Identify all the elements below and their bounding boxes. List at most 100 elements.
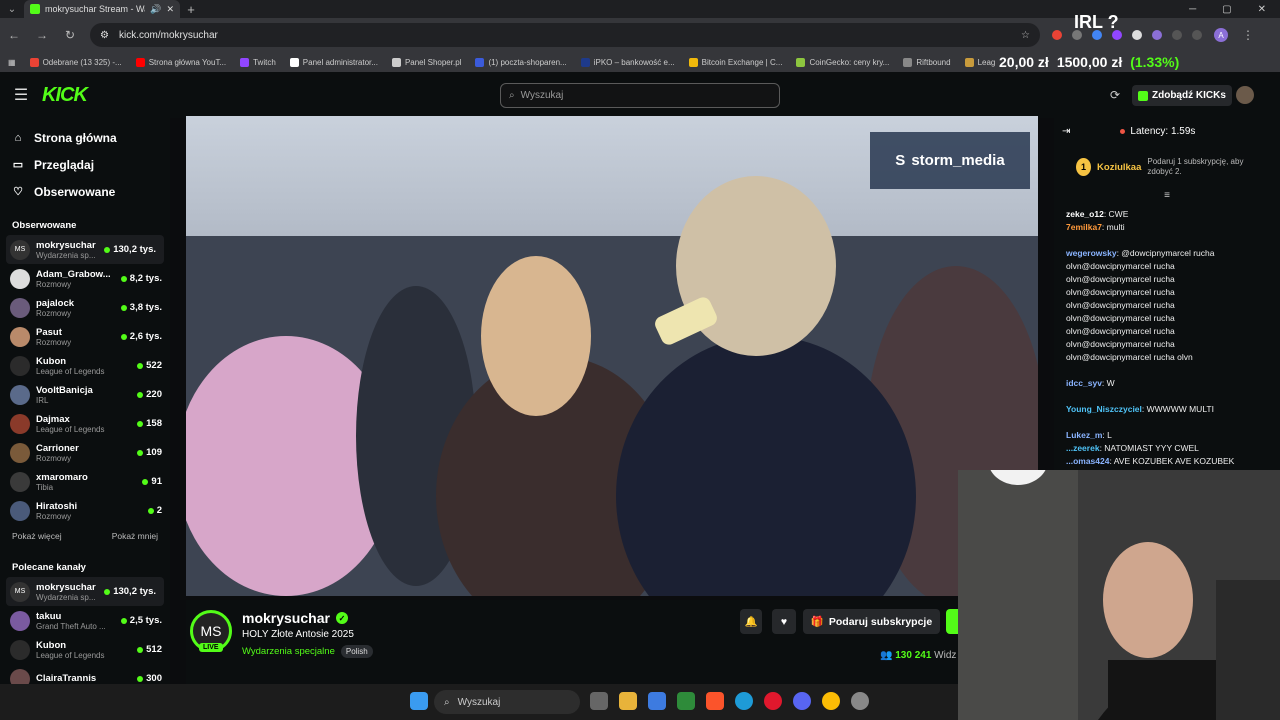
back-icon[interactable]: ← (6, 28, 22, 42)
menu-icon[interactable] (1192, 30, 1202, 40)
sidebar-channel[interactable]: MS mokrysuchar Wydarzenia sp... 130,2 tys. (6, 577, 164, 606)
chat-username[interactable]: ...omas424 (1066, 456, 1109, 466)
close-window-icon[interactable]: ✕ (1258, 4, 1266, 15)
profile-avatar[interactable]: A (1214, 28, 1228, 42)
bookmark-item[interactable]: Odebrane (13 325) -... (29, 57, 122, 67)
sidebar-channel[interactable]: ClairaTrannis 300 (0, 664, 170, 686)
follow-heart-button[interactable]: ♥ (772, 609, 796, 634)
file-explorer-icon[interactable] (619, 692, 637, 710)
settings-icon[interactable] (851, 692, 869, 710)
new-tab-button[interactable]: + (180, 2, 202, 17)
channel-viewers: 91 (142, 476, 162, 487)
sidebar-channel[interactable]: pajalock Rozmowy 3,8 tys. (0, 293, 170, 322)
bookmark-item[interactable]: Twitch (240, 57, 276, 67)
sidebar-nav-item[interactable]: ⌂ Strona główna (0, 124, 170, 151)
search-input[interactable]: ⌕ Wyszukaj (500, 83, 780, 108)
apps-icon[interactable]: ▦ (8, 58, 16, 67)
reload-icon[interactable]: ↻ (62, 28, 78, 42)
excel-icon[interactable] (677, 692, 695, 710)
sidebar-channel[interactable]: Hiratoshi Rozmowy 2 (0, 496, 170, 525)
url-input[interactable]: ⚙ kick.com/mokrysuchar ☆ (90, 23, 1040, 47)
chat-username[interactable]: 7emilka7 (1066, 222, 1102, 232)
get-kicks-button[interactable]: Zdobądź KICKs (1132, 85, 1232, 106)
sidebar-channel[interactable]: takuu Grand Theft Auto ... 2,5 tys. (0, 606, 170, 635)
chat-username[interactable]: wegerowsky (1066, 248, 1117, 258)
pinned-user[interactable]: Koziulkaa (1097, 162, 1141, 173)
channel-text: Adam_Grabow... Rozmowy (36, 269, 115, 289)
chat-username[interactable]: Young_Niszczyciel (1066, 404, 1142, 414)
store-icon[interactable] (648, 692, 666, 710)
bookmark-star-icon[interactable]: ☆ (1021, 30, 1030, 41)
bookmark-item[interactable]: Panel Shoper.pl (391, 57, 461, 67)
sidebar-channel[interactable]: Adam_Grabow... Rozmowy 8,2 tys. (0, 264, 170, 293)
bookmark-item[interactable]: Panel administrator... (289, 57, 378, 67)
channel-viewers: 158 (137, 418, 162, 429)
forward-icon[interactable]: → (34, 28, 50, 42)
subscribe-button[interactable] (946, 609, 958, 634)
channel-avatar (10, 413, 30, 434)
sidebar-channel[interactable]: Kubon League of Legends 522 (0, 351, 170, 380)
channel-avatar (10, 442, 30, 463)
user-avatar[interactable] (1236, 86, 1254, 104)
channel-text: ClairaTrannis (36, 673, 131, 684)
tab-list-icon[interactable]: ⌄ (0, 0, 24, 18)
show-more-link[interactable]: Pokaż więcej (12, 531, 62, 541)
channel-avatar: MS (10, 239, 30, 260)
chat-username[interactable]: Lukez_m (1066, 430, 1102, 440)
browser-tab[interactable]: mokrysuchar Stream - Watc 🔊 ✕ (24, 0, 180, 18)
bookmark-item[interactable]: Riftbound (903, 57, 951, 67)
gift-subscription-button[interactable]: 🎁 Podaruj subskrypcje (803, 609, 940, 634)
streamer-name[interactable]: mokrysuchar (242, 610, 330, 626)
expand-chevron-icon[interactable]: ≡ (1054, 190, 1280, 202)
video-player[interactable]: S storm_media (186, 116, 1038, 596)
stream-category[interactable]: Wydarzenia specjalne (242, 646, 335, 657)
chat-username[interactable]: ...zeerek (1066, 443, 1100, 453)
sidebar-channel[interactable]: Kubon League of Legends 512 (0, 635, 170, 664)
sidebar-nav-item[interactable]: ▭ Przeglądaj (0, 151, 170, 178)
speaker-icon[interactable]: 🔊 (150, 4, 161, 15)
chrome-icon[interactable] (822, 692, 840, 710)
windows-start-icon[interactable] (410, 692, 428, 710)
task-view-icon[interactable] (590, 692, 608, 710)
collapse-chat-icon[interactable]: ⇥ (1062, 126, 1070, 137)
channel-text: Dajmax League of Legends (36, 414, 131, 434)
brave-icon[interactable] (706, 692, 724, 710)
bookmark-item[interactable]: iPKO – bankowość e... (580, 57, 675, 67)
bookmark-item[interactable]: Strona główna YouT... (135, 57, 226, 67)
taskbar-search-input[interactable]: ⌕ Wyszukaj (434, 690, 580, 714)
bookmark-item[interactable]: Bitcoin Exchange | C... (688, 57, 782, 67)
sidebar-channel[interactable]: MS mokrysuchar Wydarzenia sp... 130,2 tys. (6, 235, 164, 264)
site-info-icon[interactable]: ⚙ (100, 30, 109, 41)
channel-viewers: 522 (137, 360, 162, 371)
edge-icon[interactable] (735, 692, 753, 710)
sidebar-channel[interactable]: VooltBanicja IRL 220 (0, 380, 170, 409)
extension-icon[interactable] (1132, 30, 1142, 40)
bookmark-item[interactable]: (1) poczta-shoparen... (475, 57, 567, 67)
channel-avatar (10, 326, 30, 347)
sidebar-channel[interactable]: Carrioner Rozmowy 109 (0, 438, 170, 467)
sidebar-channel[interactable]: Dajmax League of Legends 158 (0, 409, 170, 438)
hamburger-icon[interactable]: ☰ (0, 85, 42, 105)
sidebar-channel[interactable]: xmaromaro Tibia 91 (0, 467, 170, 496)
more-icon[interactable]: ⋮ (1240, 28, 1256, 42)
extension-icon[interactable] (1052, 30, 1062, 40)
chat-username[interactable]: zeke_o12 (1066, 209, 1104, 219)
channel-category: League of Legends (36, 424, 105, 434)
sidebar-channel[interactable]: Pasut Rozmowy 2,6 tys. (0, 322, 170, 351)
kick-logo[interactable]: KICK (42, 84, 88, 107)
discord-icon[interactable] (793, 692, 811, 710)
chat-message: olvn@dowcipnymarcel rucha (1066, 273, 1268, 286)
chat-username[interactable]: idcc_syv (1066, 378, 1102, 388)
extension-icon[interactable] (1152, 30, 1162, 40)
maximize-icon[interactable]: ▢ (1222, 4, 1231, 15)
minimize-icon[interactable]: ─ (1189, 4, 1196, 15)
puzzle-icon[interactable] (1172, 30, 1182, 40)
show-less-link[interactable]: Pokaż mniej (112, 531, 158, 541)
refresh-icon[interactable]: ⟳ (1110, 88, 1120, 102)
language-tag[interactable]: Polish (340, 645, 373, 658)
opera-icon[interactable] (764, 692, 782, 710)
sidebar-nav-item[interactable]: ♡ Obserwowane (0, 178, 170, 205)
close-tab-icon[interactable]: ✕ (166, 4, 174, 15)
notification-bell-button[interactable]: 🔔 (740, 609, 762, 634)
bookmark-item[interactable]: CoinGecko: ceny kry... (796, 57, 889, 67)
